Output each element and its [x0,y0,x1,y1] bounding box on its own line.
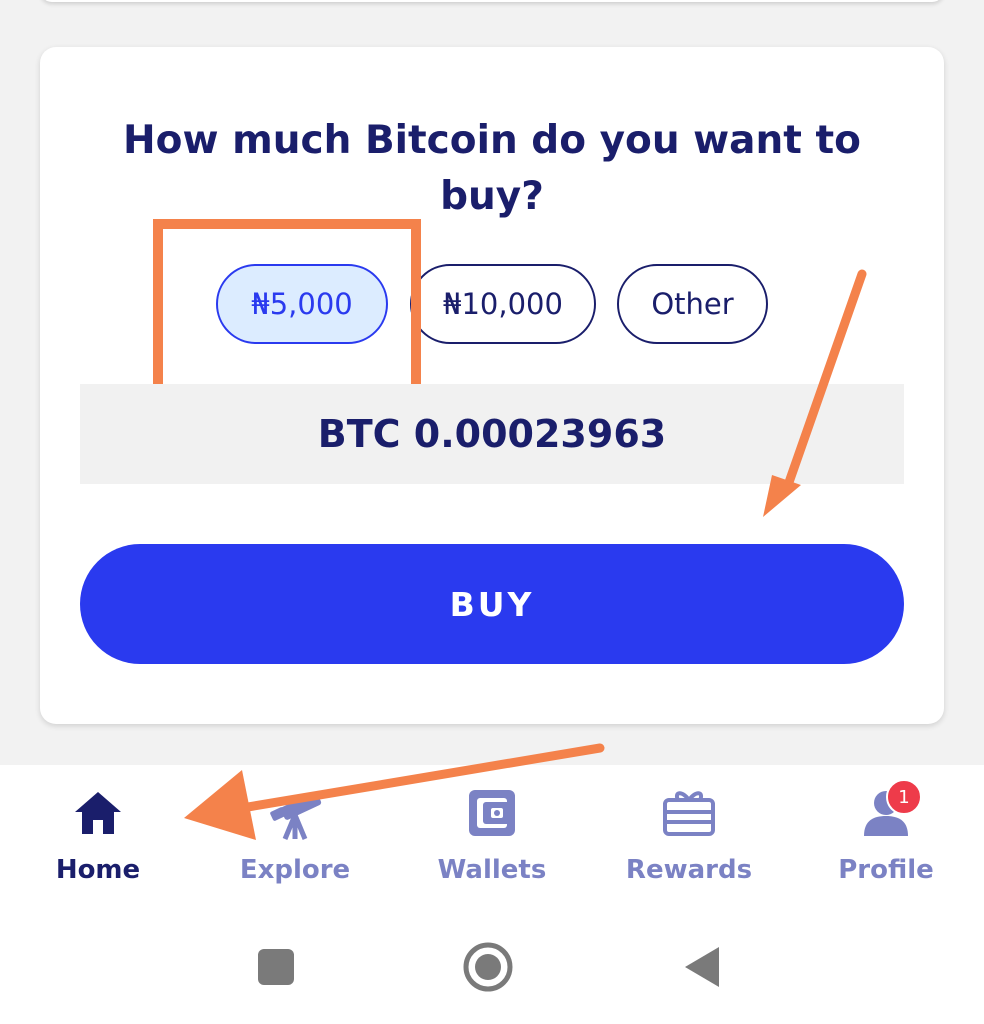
amount-option-other[interactable]: Other [617,264,768,344]
buy-button[interactable]: BUY [80,544,904,664]
user-icon: 1 [856,779,922,843]
annotation-highlight-box [153,219,421,401]
notification-badge: 1 [886,779,922,815]
nav-label-explore: Explore [239,855,351,885]
buy-bitcoin-card: How much Bitcoin do you want to buy? ₦5,… [40,47,944,724]
wallet-icon [462,783,522,843]
telescope-icon [265,783,325,843]
nav-label-rewards: Rewards [625,855,753,885]
nav-item-profile[interactable]: 1 Profile [788,779,984,893]
btc-amount-display: BTC 0.00023963 [80,384,904,484]
previous-card [40,0,944,2]
system-navigation-bar [0,910,984,1024]
screen: How much Bitcoin do you want to buy? ₦5,… [0,0,984,1024]
home-circle-icon[interactable] [461,940,515,994]
nav-item-rewards[interactable]: Rewards [591,783,787,893]
nav-item-home[interactable]: Home [0,783,196,893]
buy-question-title: How much Bitcoin do you want to buy? [123,118,861,219]
amount-option-10000[interactable]: ₦10,000 [410,264,596,344]
bottom-navigation: Home Explore Wallets Rewards 1 Profile [0,765,984,910]
gift-card-icon [659,783,719,843]
nav-label-home: Home [55,855,141,885]
nav-item-explore[interactable]: Explore [197,783,393,893]
nav-label-wallets: Wallets [437,855,547,885]
home-icon [68,783,128,843]
nav-item-wallets[interactable]: Wallets [394,783,590,893]
back-triangle-icon[interactable] [674,940,728,994]
nav-label-profile: Profile [838,855,934,885]
recent-apps-icon[interactable] [249,940,303,994]
